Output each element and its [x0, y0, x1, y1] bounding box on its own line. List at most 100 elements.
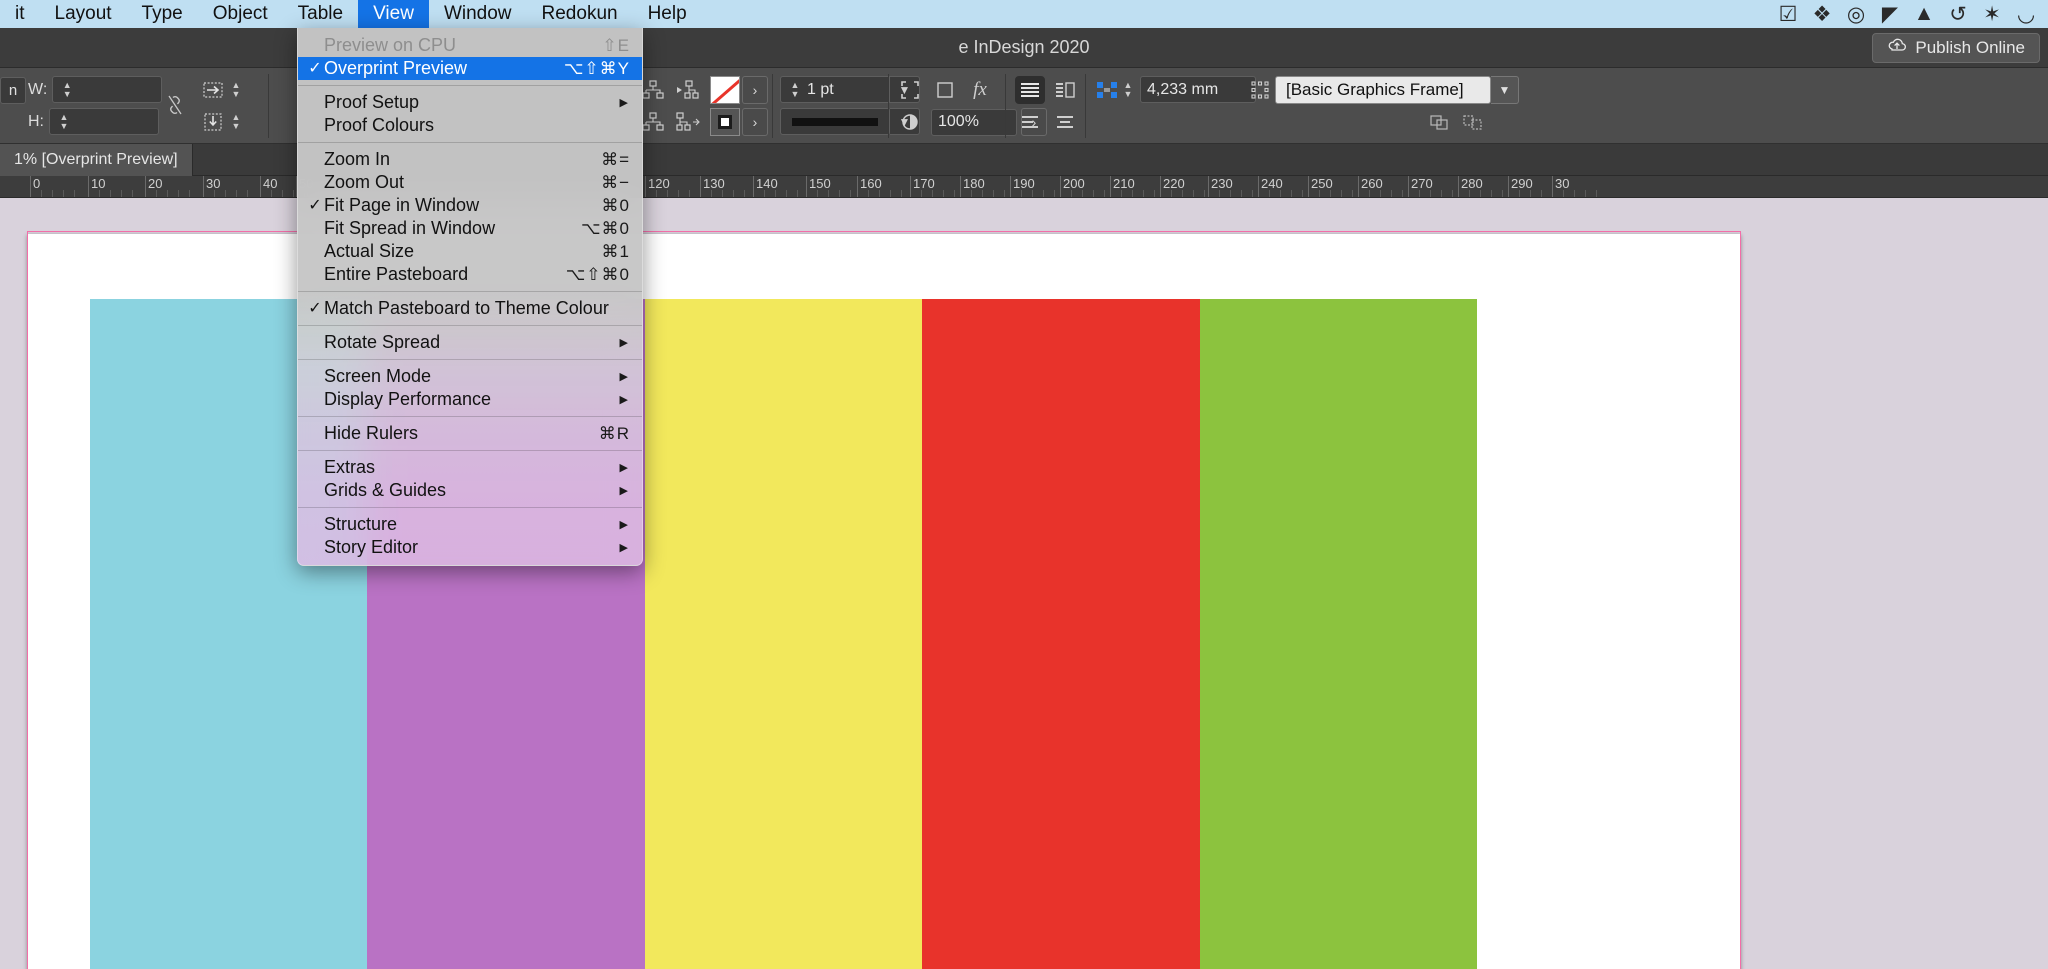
width-stepper[interactable]: ▲▼ — [59, 77, 75, 102]
ruler-minor-mark — [1596, 190, 1597, 198]
menu-bar-item-window[interactable]: Window — [429, 0, 527, 28]
frame-fitting-icon[interactable] — [930, 76, 960, 104]
menu-item-extras[interactable]: Extras▶ — [298, 456, 642, 479]
ruler-minor-mark — [689, 190, 690, 198]
effects-fx-button[interactable]: fx — [965, 76, 995, 104]
height-field[interactable]: ▲▼ — [49, 108, 159, 135]
menu-item-display-performance[interactable]: Display Performance▶ — [298, 388, 642, 411]
menu-item-fit-page-in-window[interactable]: ✓Fit Page in Window⌘0 — [298, 194, 642, 217]
adobe-app-icon[interactable]: ◤ — [1874, 0, 1906, 28]
menu-item-overprint-preview[interactable]: ✓Overprint Preview⌥⇧⌘Y — [298, 57, 642, 80]
submenu-arrow-icon: ▶ — [620, 541, 642, 554]
menu-item-actual-size[interactable]: Actual Size⌘1 — [298, 240, 642, 263]
gap-stepper[interactable]: ▲▼ — [1120, 77, 1136, 102]
gap-field[interactable]: 4,233 mm — [1140, 76, 1256, 103]
menu-item-zoom-in[interactable]: Zoom In⌘= — [298, 148, 642, 171]
menu-item-grids-guides[interactable]: Grids & Guides▶ — [298, 479, 642, 502]
ruler-minor-mark — [1469, 190, 1470, 198]
menu-item-zoom-out[interactable]: Zoom Out⌘− — [298, 171, 642, 194]
bluetooth-icon[interactable]: ✶ — [1976, 0, 2008, 28]
height-stepper[interactable]: ▲▼ — [56, 109, 72, 134]
fill-swatch-none[interactable] — [710, 76, 740, 104]
stroke-weight-stepper[interactable]: ▲▼ — [787, 77, 803, 102]
publish-online-button[interactable]: Publish Online — [1872, 33, 2040, 63]
menu-item-proof-setup[interactable]: Proof Setup▶ — [298, 91, 642, 114]
menu-item-proof-colours[interactable]: Proof Colours — [298, 114, 642, 137]
ruler-minor-mark — [1574, 190, 1575, 198]
green-bar[interactable] — [1200, 299, 1477, 969]
menu-item-entire-pasteboard[interactable]: Entire Pasteboard⌥⇧⌘0 — [298, 263, 642, 286]
view-menu-dropdown[interactable]: Preview on CPU⇧E✓Overprint Preview⌥⇧⌘Y Pr… — [297, 28, 643, 566]
menu-bar-item-redokun[interactable]: Redokun — [527, 0, 633, 28]
menu-separator — [298, 291, 642, 292]
stroke-weight-value: 1 pt — [807, 81, 834, 99]
opacity-icon[interactable] — [895, 108, 925, 136]
ruler-minor-mark — [1519, 190, 1520, 198]
text-wrap-object-icon[interactable] — [1050, 76, 1080, 104]
menu-item-rotate-spread[interactable]: Rotate Spread▶ — [298, 331, 642, 354]
ruler-minor-mark — [132, 190, 133, 198]
indesign-window: itLayoutTypeObjectTableViewWindowRedokun… — [0, 0, 2048, 969]
menu-bar-item-table[interactable]: Table — [283, 0, 358, 28]
stroke-weight-field[interactable]: ▲▼ 1 pt — [780, 76, 890, 103]
ruler-minor-mark — [1341, 190, 1342, 198]
menu-item-fit-spread-in-window[interactable]: Fit Spread in Window⌥⌘0 — [298, 217, 642, 240]
menu-item-story-editor[interactable]: Story Editor▶ — [298, 536, 642, 559]
ungroup-icon[interactable] — [1458, 108, 1488, 136]
yellow-bar[interactable] — [645, 299, 922, 969]
menu-bar-item-object[interactable]: Object — [198, 0, 283, 28]
ruler-minor-mark — [1269, 190, 1270, 198]
menu-item-shortcut: ⌘= — [601, 150, 642, 170]
creative-cloud-icon[interactable]: ◎ — [1840, 0, 1872, 28]
anchored-object-icon[interactable] — [672, 76, 702, 104]
ruler-minor-mark — [1241, 190, 1242, 198]
x-stepper[interactable]: ▲▼ — [228, 77, 244, 102]
document-tab[interactable]: 1% [Overprint Preview] — [0, 144, 193, 176]
wifi-icon[interactable]: ◡ — [2010, 0, 2042, 28]
dropbox-icon[interactable]: ❖ — [1806, 0, 1838, 28]
stroke-swatch[interactable] — [710, 108, 740, 136]
align-left-icon[interactable] — [1015, 108, 1045, 136]
group-icon[interactable] — [1425, 108, 1455, 136]
unit-chip[interactable]: n — [0, 77, 26, 104]
menu-item-match-pasteboard-to-theme-colour[interactable]: ✓Match Pasteboard to Theme Colour — [298, 297, 642, 320]
ruler-minor-mark — [1563, 190, 1564, 198]
submenu-arrow-icon: ▶ — [620, 336, 642, 349]
ruler-minor-mark — [1530, 190, 1531, 198]
text-wrap-none-icon[interactable] — [1015, 76, 1045, 104]
menu-bar-item-layout[interactable]: Layout — [40, 0, 127, 28]
time-machine-icon[interactable]: ↺ — [1942, 0, 1974, 28]
menu-bar-item-help[interactable]: Help — [633, 0, 702, 28]
span-columns-icon[interactable] — [1092, 76, 1122, 104]
ruler-tick-label: 120 — [645, 176, 670, 191]
object-style-dropdown[interactable]: ▼ — [1491, 76, 1519, 104]
menu-bar-item-it[interactable]: it — [0, 0, 40, 28]
red-bar[interactable] — [922, 299, 1199, 969]
shield-check-icon[interactable]: ☑ — [1772, 0, 1804, 28]
ruler-minor-mark — [189, 190, 190, 198]
corner-options-icon[interactable] — [895, 76, 925, 104]
menu-item-structure[interactable]: Structure▶ — [298, 513, 642, 536]
broken-chain-icon[interactable] — [160, 91, 190, 119]
width-field[interactable]: ▲▼ — [52, 76, 162, 103]
menu-bar-item-type[interactable]: Type — [127, 0, 198, 28]
menu-bar-item-view[interactable]: View — [358, 0, 429, 28]
menu-separator — [298, 507, 642, 508]
object-style-field[interactable]: [Basic Graphics Frame] — [1275, 76, 1491, 104]
menu-item-preview-on-cpu[interactable]: Preview on CPU⇧E — [298, 34, 642, 57]
menu-item-screen-mode[interactable]: Screen Mode▶ — [298, 365, 642, 388]
object-style-icon[interactable] — [1245, 76, 1275, 104]
menu-separator — [298, 325, 642, 326]
anchored-object-settings-icon[interactable] — [672, 108, 702, 136]
fit-content-horizontal-icon[interactable] — [198, 76, 228, 104]
flame-icon[interactable]: ▲ — [1908, 0, 1940, 28]
align-center-icon[interactable] — [1050, 108, 1080, 136]
menu-item-hide-rulers[interactable]: Hide Rulers⌘R — [298, 422, 642, 445]
stroke-swatch-dropdown[interactable]: › — [742, 108, 768, 136]
submenu-arrow-icon: ▶ — [620, 484, 642, 497]
ruler-minor-mark — [744, 190, 745, 198]
fill-swatch-dropdown[interactable]: › — [742, 76, 768, 104]
stroke-style-preview[interactable] — [780, 108, 890, 135]
fit-content-vertical-icon[interactable] — [198, 108, 228, 136]
y-stepper[interactable]: ▲▼ — [228, 109, 244, 134]
